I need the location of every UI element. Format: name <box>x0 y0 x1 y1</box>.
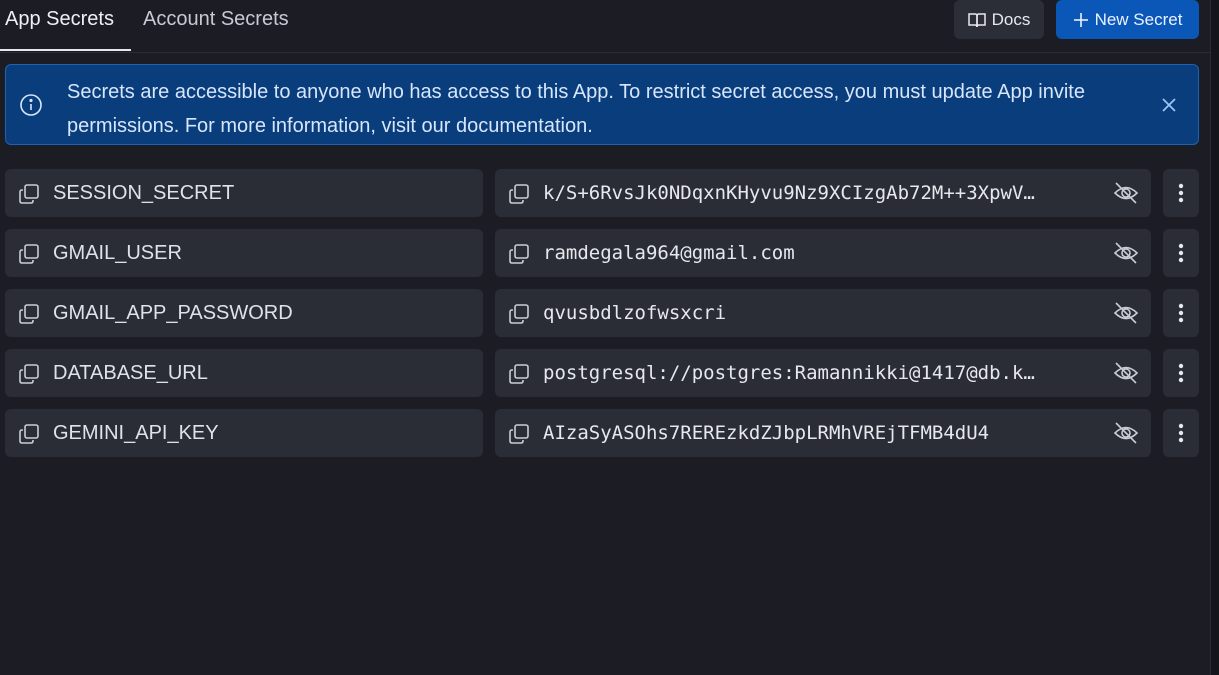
secret-key-field: DATABASE_URL <box>5 349 483 397</box>
secret-key-field: GMAIL_APP_PASSWORD <box>5 289 483 337</box>
docs-button-label: Docs <box>991 9 1031 29</box>
secret-key[interactable]: SESSION_SECRET <box>53 181 234 205</box>
info-icon <box>20 94 42 116</box>
secret-value-field: AIzaSyASOhs7REREzkdZJbpLRMhVREjTFMB4dU4 <box>495 409 1151 457</box>
eye-off-icon[interactable] <box>1113 300 1139 326</box>
more-vertical-icon <box>1178 363 1184 383</box>
secret-value-field: ramdegala964@gmail.com <box>495 229 1151 277</box>
secret-key[interactable]: DATABASE_URL <box>53 361 208 385</box>
more-vertical-icon <box>1178 183 1184 203</box>
copy-icon[interactable] <box>508 303 530 325</box>
info-banner: Secrets are accessible to anyone who has… <box>5 64 1199 145</box>
secret-key[interactable]: GMAIL_APP_PASSWORD <box>53 301 293 325</box>
eye-off-icon[interactable] <box>1113 420 1139 446</box>
more-vertical-icon <box>1178 243 1184 263</box>
book-icon <box>967 12 986 27</box>
banner-message: Secrets are accessible to anyone who has… <box>67 81 1085 137</box>
copy-icon[interactable] <box>508 243 530 265</box>
copy-icon[interactable] <box>18 423 40 445</box>
secret-row: GEMINI_API_KEY AIzaSyASOhs7REREzkdZJbpLR… <box>0 409 1210 457</box>
secret-value-field: k/S+6RvsJk0NDqxnKHyvu9Nz9XCIzgAb72M++3Xp… <box>495 169 1151 217</box>
more-options-button[interactable] <box>1163 289 1199 337</box>
more-options-button[interactable] <box>1163 349 1199 397</box>
new-secret-button[interactable]: New Secret <box>1056 0 1199 39</box>
copy-icon[interactable] <box>18 183 40 205</box>
close-icon[interactable] <box>1159 95 1179 115</box>
secret-key[interactable]: GMAIL_USER <box>53 241 182 265</box>
copy-icon[interactable] <box>18 243 40 265</box>
eye-off-icon[interactable] <box>1113 180 1139 206</box>
header-bar: App Secrets Account Secrets Docs New Sec… <box>0 0 1210 53</box>
scrollbar[interactable] <box>1210 0 1219 675</box>
copy-icon[interactable] <box>508 183 530 205</box>
secret-row: GMAIL_USER ramdegala964@gmail.com <box>0 229 1210 277</box>
secret-value[interactable]: AIzaSyASOhs7REREzkdZJbpLRMhVREjTFMB4dU4 <box>543 421 1108 445</box>
secret-key-field: SESSION_SECRET <box>5 169 483 217</box>
tab-app-secrets[interactable]: App Secrets <box>5 6 114 32</box>
secret-key-field: GMAIL_USER <box>5 229 483 277</box>
secret-row: DATABASE_URL postgresql://postgres:Raman… <box>0 349 1210 397</box>
copy-icon[interactable] <box>18 303 40 325</box>
secret-value[interactable]: k/S+6RvsJk0NDqxnKHyvu9Nz9XCIzgAb72M++3Xp… <box>543 181 1108 205</box>
eye-off-icon[interactable] <box>1113 240 1139 266</box>
secret-key[interactable]: GEMINI_API_KEY <box>53 421 219 445</box>
new-secret-button-label: New Secret <box>1094 9 1183 29</box>
copy-icon[interactable] <box>18 363 40 385</box>
more-options-button[interactable] <box>1163 229 1199 277</box>
copy-icon[interactable] <box>508 363 530 385</box>
secret-value[interactable]: ramdegala964@gmail.com <box>543 241 1108 265</box>
plus-icon <box>1073 12 1088 27</box>
eye-off-icon[interactable] <box>1113 360 1139 386</box>
more-options-button[interactable] <box>1163 169 1199 217</box>
secret-value-field: qvusbdlzofwsxcri <box>495 289 1151 337</box>
secret-value[interactable]: qvusbdlzofwsxcri <box>543 301 1108 325</box>
copy-icon[interactable] <box>508 423 530 445</box>
more-vertical-icon <box>1178 303 1184 323</box>
more-vertical-icon <box>1178 423 1184 443</box>
active-tab-indicator <box>0 49 131 51</box>
more-options-button[interactable] <box>1163 409 1199 457</box>
secret-value-field: postgresql://postgres:Ramannikki@1417@db… <box>495 349 1151 397</box>
tab-account-secrets[interactable]: Account Secrets <box>143 6 289 32</box>
secret-key-field: GEMINI_API_KEY <box>5 409 483 457</box>
secret-row: SESSION_SECRET k/S+6RvsJk0NDqxnKHyvu9Nz9… <box>0 169 1210 217</box>
docs-button[interactable]: Docs <box>954 0 1044 39</box>
secret-row: GMAIL_APP_PASSWORD qvusbdlzofwsxcri <box>0 289 1210 337</box>
secret-value[interactable]: postgresql://postgres:Ramannikki@1417@db… <box>543 361 1108 385</box>
